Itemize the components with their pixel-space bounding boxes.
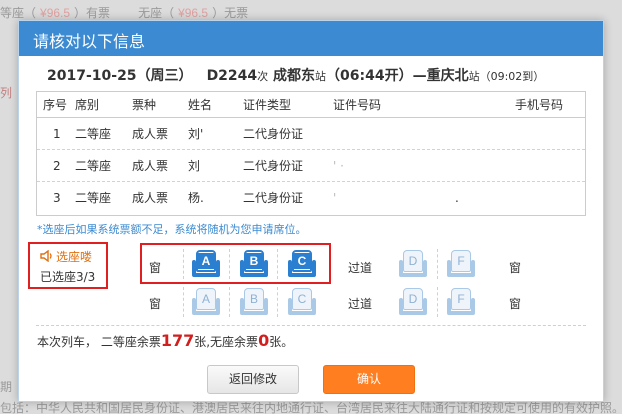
back-to-edit-button[interactable]: 返回修改 <box>207 365 299 394</box>
seat-1B[interactable]: B <box>239 250 269 278</box>
table-row: 3 二等座 成人票 杨. 二代身份证 ' . <box>37 183 585 214</box>
seat-status-box: 选座喽 已选座3/3 <box>28 242 108 289</box>
background-ticket-line: 等座（ ¥96.5 ）有票 无座（ ¥96.5 ）无票 <box>0 0 622 22</box>
seat-selected-count: 已选座3/3 <box>40 270 96 284</box>
seat-2F[interactable]: F <box>446 288 476 316</box>
seat-selection-note: *选座后如果系统票额不足，系统将随机为您申请席位。 <box>37 223 307 236</box>
row-no: 3 <box>53 191 61 205</box>
row-no: 1 <box>53 127 61 141</box>
seat-1A[interactable]: A <box>191 250 221 278</box>
header-ticket: 票种 <box>132 98 157 112</box>
table-row: 2 二等座 成人票 刘 二代身份证 ' · <box>37 151 585 182</box>
row-name: 刘 <box>188 159 201 173</box>
bg-text: ）有票 <box>74 6 111 20</box>
remaining-tickets: 本次列车， 二等座余票177张,无座余票0张。 <box>37 331 293 350</box>
row-id-no: ' <box>333 191 337 205</box>
aisle-label: 过道 <box>348 261 373 275</box>
seat-divider <box>183 287 184 317</box>
row-id-type: 二代身份证 <box>243 127 304 141</box>
window-label-left: 窗 <box>149 261 162 275</box>
from-station: 成都东 <box>273 68 316 84</box>
seat-divider <box>277 287 278 317</box>
seat-1F[interactable]: F <box>446 250 476 278</box>
confirm-dialog: 请核对以下信息 2017-10-25（周三） D2244次 成都东站（06:44开… <box>18 20 604 402</box>
row-name: 刘' <box>188 127 204 141</box>
seat-divider <box>437 249 438 279</box>
second-class-count: 177 <box>160 331 195 350</box>
background-left-mark: 列 <box>0 86 13 100</box>
seat-2C[interactable]: C <box>287 288 317 316</box>
bg-text: 无座（ <box>138 6 175 20</box>
to-suffix: 站 <box>468 70 480 83</box>
dialog-title: 请核对以下信息 <box>19 21 603 56</box>
row-seat: 二等座 <box>75 127 112 141</box>
bg-price: ¥96.5 <box>40 6 71 20</box>
confirm-button[interactable]: 确认 <box>323 365 415 394</box>
row-seat: 二等座 <box>75 191 112 205</box>
remain-prefix: 本次列车， 二等座余票 <box>37 335 161 349</box>
seat-1D[interactable]: D <box>398 250 428 278</box>
row-name: 杨. <box>188 191 204 205</box>
row-id-no: ' · <box>333 159 344 173</box>
seat-2A[interactable]: A <box>191 288 221 316</box>
seat-divider <box>183 249 184 279</box>
header-id-no: 证件号码 <box>333 98 382 112</box>
seat-2D[interactable]: D <box>398 288 428 316</box>
window-label-left: 窗 <box>149 297 162 311</box>
header-no: 序号 <box>43 98 68 112</box>
seat-divider <box>229 249 230 279</box>
row-id-type: 二代身份证 <box>243 191 304 205</box>
header-seat: 席别 <box>75 98 100 112</box>
aisle-label: 过道 <box>348 297 373 311</box>
seat-divider <box>437 287 438 317</box>
arrive-time: （09:02到） <box>479 70 545 83</box>
window-label-right: 窗 <box>509 261 522 275</box>
background-bottom-mark: 期 <box>0 380 13 394</box>
row-ticket: 成人票 <box>132 127 169 141</box>
row-ticket: 成人票 <box>132 191 169 205</box>
section-divider <box>36 325 586 326</box>
row-ticket: 成人票 <box>132 159 169 173</box>
trip-date: 2017-10-25 <box>47 68 137 84</box>
bg-price: ¥96.5 <box>178 6 209 20</box>
header-name: 姓名 <box>188 98 213 112</box>
from-suffix: 站 <box>315 70 327 83</box>
remain-suffix: 张。 <box>269 335 294 349</box>
seat-status-title: 选座喽 <box>56 250 93 264</box>
row-seat: 二等座 <box>75 159 112 173</box>
header-id-type: 证件类型 <box>243 98 292 112</box>
seat-1C[interactable]: C <box>287 250 317 278</box>
to-station: 重庆北 <box>426 68 469 84</box>
speaker-icon <box>40 249 54 265</box>
train-number: D2244 <box>206 68 258 84</box>
no-seat-count: 0 <box>258 331 270 350</box>
table-row: 1 二等座 成人票 刘' 二代身份证 <box>37 119 585 150</box>
train-suffix: 次 <box>257 70 269 83</box>
header-phone: 手机号码 <box>515 98 564 112</box>
seat-divider <box>277 249 278 279</box>
bg-text: 等座（ <box>0 6 37 20</box>
seat-2B[interactable]: B <box>239 288 269 316</box>
window-label-right: 窗 <box>509 297 522 311</box>
seat-divider <box>229 287 230 317</box>
depart-time: （06:44开） <box>326 68 413 84</box>
trip-info: 2017-10-25（周三） D2244次 成都东站（06:44开）—重庆北站（0… <box>47 65 544 85</box>
table-header: 序号 席别 票种 姓名 证件类型 证件号码 手机号码 <box>37 92 585 118</box>
trip-weekday: （周三） <box>136 68 193 84</box>
remain-mid: 张,无座余票 <box>194 335 259 349</box>
row-phone: . <box>455 191 459 205</box>
row-id-type: 二代身份证 <box>243 159 304 173</box>
trip-arrow: — <box>412 68 427 84</box>
passenger-table: 序号 席别 票种 姓名 证件类型 证件号码 手机号码 1 二等座 成人票 刘' … <box>36 91 586 216</box>
bg-text: ）无票 <box>212 6 249 20</box>
row-no: 2 <box>53 159 61 173</box>
